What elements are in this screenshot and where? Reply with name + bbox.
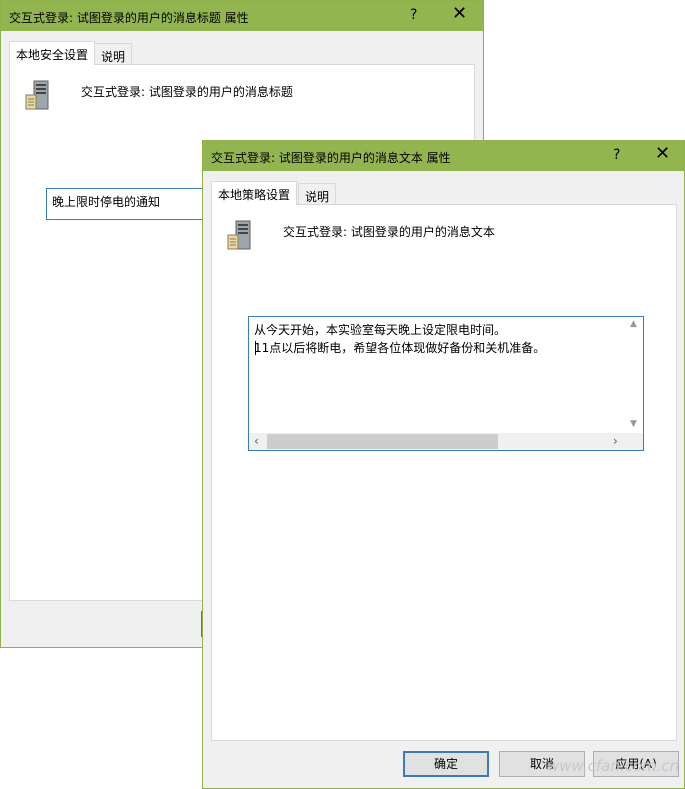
server-policy-icon — [227, 220, 251, 250]
message-line: 11点以后将断电，希望各位体现做好备份和关机准备。 — [254, 341, 546, 355]
message-line: 从今天开始，本实验室每天晚上设定限电时间。 — [254, 323, 507, 337]
scroll-right-icon[interactable]: › — [613, 434, 618, 448]
tab-local-security-settings[interactable]: 本地安全设置 — [9, 41, 96, 65]
horizontal-scroll-thumb[interactable] — [267, 434, 498, 449]
front-window-title: 交互式登录: 试图登录的用户的消息文本 属性 — [211, 151, 451, 165]
horizontal-scrollbar[interactable]: ‹ › — [249, 433, 643, 450]
scroll-left-icon[interactable]: ‹ — [254, 434, 259, 448]
front-policy-name: 交互式登录: 试图登录的用户的消息文本 — [283, 225, 495, 239]
tab-local-policy-settings[interactable]: 本地策略设置 — [211, 181, 298, 205]
back-policy-name: 交互式登录: 试图登录的用户的消息标题 — [81, 85, 293, 99]
scroll-down-icon[interactable]: ▼ — [630, 419, 637, 429]
tab-explain[interactable]: 说明 — [298, 183, 337, 205]
watermark: www.cfan.com.cn — [547, 757, 680, 775]
back-help-button[interactable]: ? — [410, 7, 417, 23]
front-close-icon[interactable]: ✕ — [655, 145, 670, 163]
front-properties-window: 交互式登录: 试图登录的用户的消息文本 属性 ? ✕ 本地策略设置 说明 交互式… — [202, 140, 685, 789]
tab-explain[interactable]: 说明 — [94, 43, 133, 65]
scroll-up-icon[interactable]: ▲ — [630, 319, 637, 329]
back-close-icon[interactable]: ✕ — [452, 5, 467, 23]
text-cursor — [255, 341, 256, 355]
message-text-input[interactable]: 从今天开始，本实验室每天晚上设定限电时间。 11点以后将断电，希望各位体现做好备份… — [248, 316, 644, 451]
back-window-titlebar[interactable]: 交互式登录: 试图登录的用户的消息标题 属性 ? ✕ — [1, 1, 483, 31]
front-tab-panel: 交互式登录: 试图登录的用户的消息文本 从今天开始，本实验室每天晚上设定限电时间… — [211, 204, 677, 741]
back-window-title: 交互式登录: 试图登录的用户的消息标题 属性 — [9, 11, 249, 25]
server-policy-icon — [25, 80, 49, 110]
ok-button[interactable]: 确定 — [403, 751, 489, 777]
front-window-titlebar[interactable]: 交互式登录: 试图登录的用户的消息文本 属性 ? ✕ — [203, 141, 684, 171]
front-help-button[interactable]: ? — [613, 147, 620, 163]
message-text-content: 从今天开始，本实验室每天晚上设定限电时间。 11点以后将断电，希望各位体现做好备份… — [254, 321, 545, 357]
vertical-scrollbar[interactable]: ▲ ▼ — [626, 317, 643, 433]
